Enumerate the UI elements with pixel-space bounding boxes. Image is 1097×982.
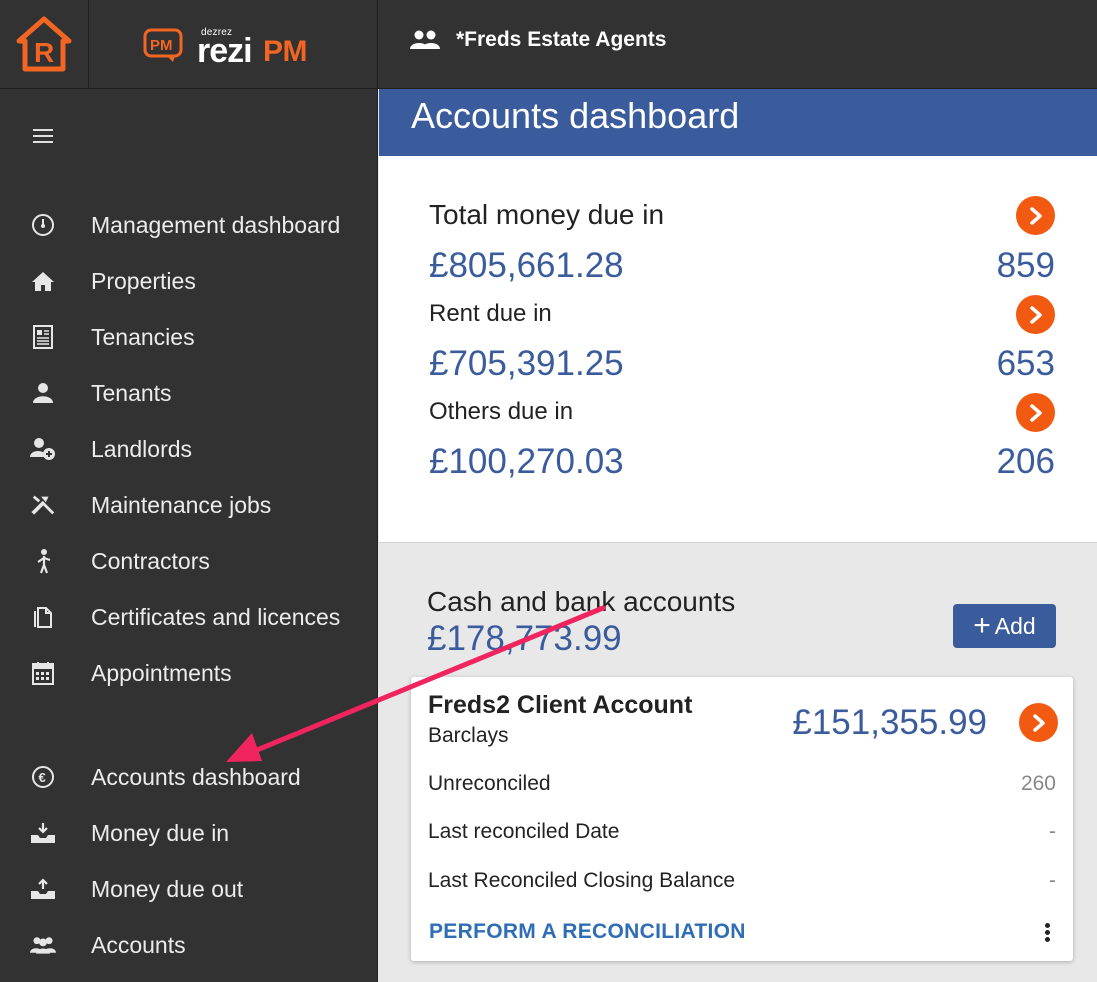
people-icon [30, 932, 56, 958]
add-account-label: Add [994, 612, 1036, 639]
svg-text:€: € [39, 770, 46, 785]
total-money-due-in-label: Total money due in [429, 199, 665, 230]
sidebar: Management dashboard Properties Tenancie… [0, 89, 378, 982]
sidebar-item-landlords[interactable]: Landlords [0, 425, 378, 473]
last-reconciled-closing-balance-label: Last Reconciled Closing Balance [428, 869, 736, 892]
worker-icon [30, 548, 56, 574]
document-list-icon [30, 324, 56, 350]
rent-due-in-chevron-icon[interactable] [1016, 295, 1055, 334]
sidebar-item-tenancies[interactable]: Tenancies [0, 313, 378, 361]
pm-badge-icon: PM [143, 28, 183, 62]
others-due-in-count: 206 [996, 442, 1055, 481]
sidebar-item-properties[interactable]: Properties [0, 257, 378, 305]
last-reconciled-closing-balance-value: - [1049, 869, 1056, 892]
cash-and-bank-title: Cash and bank accounts [427, 586, 736, 617]
cash-and-bank-amount: £178,773.99 [427, 619, 622, 658]
last-reconciled-date-label: Last reconciled Date [428, 820, 620, 843]
others-due-in-label: Others due in [429, 398, 574, 425]
last-reconciled-closing-balance-row: Last Reconciled Closing Balance - [428, 869, 1056, 893]
outbox-upload-icon [30, 876, 56, 902]
account-bank: Barclays [428, 724, 509, 747]
sidebar-item-money-due-in[interactable]: Money due in [0, 809, 378, 857]
euro-circle-icon: € [30, 764, 56, 790]
account-balance: £151,355.99 [792, 703, 987, 742]
total-money-due-in-chevron-icon[interactable] [1016, 196, 1055, 235]
sidebar-item-accounts[interactable]: Accounts [0, 921, 378, 969]
rezi-home-logo-icon[interactable]: R [0, 0, 89, 89]
perform-reconciliation-link[interactable]: PERFORM A RECONCILIATION [429, 920, 746, 944]
main-content: Accounts dashboard Total money due in £8… [379, 89, 1097, 982]
sidebar-item-money-due-out[interactable]: Money due out [0, 865, 378, 913]
page-header: Accounts dashboard [379, 89, 1097, 156]
sidebar-item-maintenance-jobs[interactable]: Maintenance jobs [0, 481, 378, 529]
others-due-in-amount: £100,270.03 [429, 442, 624, 481]
last-reconciled-date-row: Last reconciled Date - [428, 820, 1056, 844]
bank-account-card: Freds2 Client Account Barclays £151,355.… [411, 677, 1073, 961]
unreconciled-label: Unreconciled [428, 772, 551, 795]
sidebar-item-certificates-and-licences[interactable]: Certificates and licences [0, 593, 378, 641]
svg-text:R: R [34, 37, 54, 68]
person-icon [30, 380, 56, 406]
svg-text:PM: PM [150, 37, 173, 54]
account-name: Freds2 Client Account [428, 691, 693, 719]
people-icon [410, 30, 440, 49]
money-due-summary: Total money due in £805,661.28 859 Rent … [379, 156, 1097, 543]
unreconciled-row: Unreconciled 260 [428, 772, 1056, 796]
last-reconciled-date-value: - [1049, 820, 1056, 843]
sidebar-item-management-dashboard[interactable]: Management dashboard [0, 201, 378, 249]
agency-selector[interactable]: *Freds Estate Agents [410, 28, 666, 52]
total-money-due-in-count: 859 [996, 246, 1055, 285]
inbox-download-icon [30, 820, 56, 846]
hamburger-menu-icon[interactable] [33, 129, 53, 143]
rent-due-in-label: Rent due in [429, 300, 552, 327]
calendar-icon [30, 660, 56, 686]
sidebar-item-contractors[interactable]: Contractors [0, 537, 378, 585]
files-icon [30, 604, 56, 630]
rezipm-brand-logo: PM dezrez rezi PM [89, 0, 378, 89]
more-options-icon[interactable] [1043, 923, 1051, 945]
brand-pm-text: PM [263, 34, 308, 68]
page-title: Accounts dashboard [411, 95, 740, 136]
account-details-chevron-icon[interactable] [1019, 703, 1058, 742]
tools-icon [30, 492, 56, 518]
sidebar-item-appointments[interactable]: Appointments [0, 649, 378, 697]
plus-icon: + [973, 609, 991, 642]
agency-name: *Freds Estate Agents [456, 28, 667, 51]
rent-due-in-count: 653 [996, 344, 1055, 383]
total-money-due-in-amount: £805,661.28 [429, 246, 624, 285]
home-icon [30, 268, 56, 294]
add-account-button[interactable]: + Add [953, 604, 1056, 648]
unreconciled-value: 260 [1020, 772, 1056, 795]
person-add-icon [30, 436, 56, 462]
rent-due-in-amount: £705,391.25 [429, 344, 624, 383]
speedometer-icon [30, 212, 56, 238]
top-bar: R PM dezrez rezi PM *Freds Estate Agents [0, 0, 1097, 89]
brand-rezi-text: rezi [197, 31, 253, 70]
sidebar-item-accounts-dashboard[interactable]: € Accounts dashboard [0, 753, 378, 801]
sidebar-item-tenants[interactable]: Tenants [0, 369, 378, 417]
others-due-in-chevron-icon[interactable] [1016, 393, 1055, 432]
